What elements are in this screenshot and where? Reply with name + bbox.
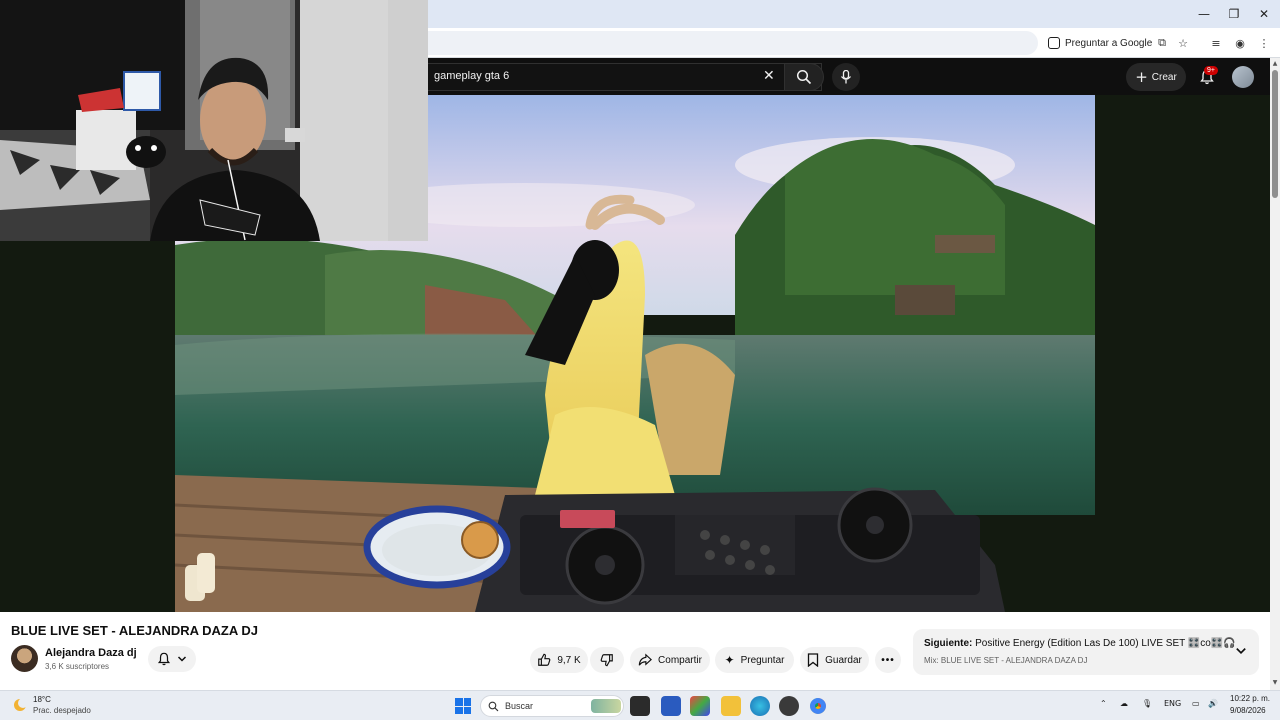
language-indicator[interactable]: ENG [1164, 699, 1181, 708]
microphone-icon [840, 70, 852, 84]
weather-description: Prac. despejado [33, 706, 91, 715]
lens-icon [1048, 37, 1060, 49]
clock-time[interactable]: 10:22 p. m. [1230, 694, 1270, 703]
restore-icon[interactable]: ❐ [1218, 0, 1250, 28]
scroll-down-icon[interactable]: ▼ [1271, 679, 1279, 687]
menu-kebab-icon[interactable]: ⋮ [1255, 34, 1273, 52]
create-button[interactable]: + Crear [1126, 63, 1186, 91]
file-explorer-icon[interactable] [721, 696, 741, 716]
channel-name[interactable]: Alejandra Daza dj [45, 647, 137, 659]
create-label: Crear [1151, 71, 1177, 83]
browser-toolbar: Preguntar a Google ⧉ ☆ ≡ ◉ ⋮ [428, 28, 1280, 58]
search-highlight-image [591, 699, 621, 713]
notification-badge: 9+ [1204, 66, 1218, 75]
ask-google-button[interactable]: Preguntar a Google [1048, 34, 1152, 52]
search-input[interactable]: gameplay gta 6 ✕ [428, 63, 822, 91]
chevron-down-icon [1236, 648, 1246, 654]
bookmark-star-icon[interactable]: ☆ [1174, 34, 1192, 52]
search-icon [796, 69, 812, 85]
address-bar[interactable] [428, 31, 1038, 55]
share-label: Compartir [658, 654, 702, 666]
windows-taskbar: 18°C Prac. despejado Buscar ⌃ ☁ 🎙 ENG ▭ … [0, 690, 1280, 720]
dislike-button[interactable] [590, 647, 624, 673]
taskbar-search[interactable]: Buscar [480, 695, 624, 717]
save-label: Guardar [825, 654, 862, 666]
bookmark-icon [808, 653, 819, 667]
screen: — ❐ ✕ Preguntar a Google ⧉ ☆ ≡ ◉ ⋮ gamep… [0, 0, 1280, 720]
plus-icon: + [1135, 68, 1148, 86]
scrollbar-thumb[interactable] [1272, 70, 1278, 198]
app-icon[interactable] [779, 696, 799, 716]
voice-search-button[interactable] [832, 63, 860, 91]
webcam-overlay [0, 0, 428, 241]
youtube-header: gameplay gta 6 ✕ + Crear 9+ [428, 58, 1280, 95]
save-button[interactable]: Guardar [800, 647, 869, 673]
clock-date[interactable]: 9/08/2026 [1230, 706, 1266, 715]
task-view-icon[interactable] [630, 696, 650, 716]
mix-label: Mix: BLUE LIVE SET - ALEJANDRA DAZA DJ [924, 656, 1088, 665]
up-next-panel[interactable]: Siguiente: Positive Energy (Edition Las … [913, 629, 1259, 675]
like-button[interactable]: 9,7 K [530, 647, 588, 673]
search-icon [488, 701, 499, 712]
account-avatar[interactable] [1232, 66, 1254, 88]
windows-start-icon[interactable] [455, 698, 471, 714]
weather-moon-icon[interactable] [12, 697, 28, 713]
search-button[interactable] [784, 63, 824, 91]
chevron-up-icon[interactable]: ⌃ [1100, 699, 1107, 708]
up-next-prefix: Siguiente: [924, 638, 973, 649]
like-count: 9,7 K [557, 654, 581, 666]
ask-button[interactable]: ✦ Preguntar [715, 647, 794, 673]
page-scrollbar[interactable]: ▲ ▼ [1270, 58, 1280, 690]
install-icon[interactable]: ⧉ [1153, 34, 1171, 52]
share-icon [638, 653, 653, 666]
sparkle-icon: ✦ [724, 653, 735, 667]
subscribed-button[interactable] [148, 646, 196, 672]
share-button[interactable]: Compartir [630, 647, 710, 673]
copilot-icon[interactable] [690, 696, 710, 716]
expand-up-next-button[interactable] [1233, 643, 1249, 659]
ask-google-label: Preguntar a Google [1065, 37, 1153, 49]
media-control-icon[interactable]: ≡ [1207, 34, 1225, 52]
search-value: gameplay gta 6 [434, 70, 510, 82]
webcam-frame [0, 0, 428, 241]
chevron-down-icon [177, 656, 187, 662]
up-next-title: Positive Energy (Edition Las De 100) LIV… [975, 638, 1186, 649]
network-off-icon[interactable]: ☁ [1120, 699, 1128, 708]
ask-label: Preguntar [740, 654, 785, 666]
more-horizontal-icon: ••• [881, 654, 895, 666]
edge-icon[interactable] [750, 696, 770, 716]
weather-temperature: 18°C [33, 695, 51, 704]
subscriber-count: 3,6 K suscriptores [45, 662, 110, 671]
profile-icon[interactable]: ◉ [1231, 34, 1249, 52]
scroll-up-icon[interactable]: ▲ [1271, 60, 1279, 68]
browser-titlebar: — ❐ ✕ [428, 0, 1280, 28]
taskbar-search-placeholder: Buscar [505, 701, 534, 711]
channel-avatar[interactable] [11, 645, 38, 672]
microphone-icon[interactable]: 🎙 [1142, 699, 1152, 708]
volume-icon[interactable]: 🔊 [1208, 699, 1218, 708]
more-actions-button[interactable]: ••• [875, 647, 901, 673]
up-next-line: Siguiente: Positive Energy (Edition Las … [924, 638, 1236, 649]
chrome-icon[interactable] [808, 696, 828, 716]
store-icon[interactable] [661, 696, 681, 716]
video-details: BLUE LIVE SET - ALEJANDRA DAZA DJ Alejan… [0, 612, 1270, 690]
thumbs-down-icon [600, 654, 613, 667]
bell-icon [157, 652, 171, 666]
close-icon[interactable]: ✕ [1248, 0, 1280, 28]
video-title: BLUE LIVE SET - ALEJANDRA DAZA DJ [11, 623, 259, 638]
clear-search-icon[interactable]: ✕ [763, 68, 775, 84]
up-next-emoji: 🎛️co🎛️🎧 [1187, 638, 1236, 649]
minimize-icon[interactable]: — [1188, 0, 1220, 28]
display-icon[interactable]: ▭ [1192, 699, 1200, 708]
thumbs-up-icon [538, 653, 551, 666]
